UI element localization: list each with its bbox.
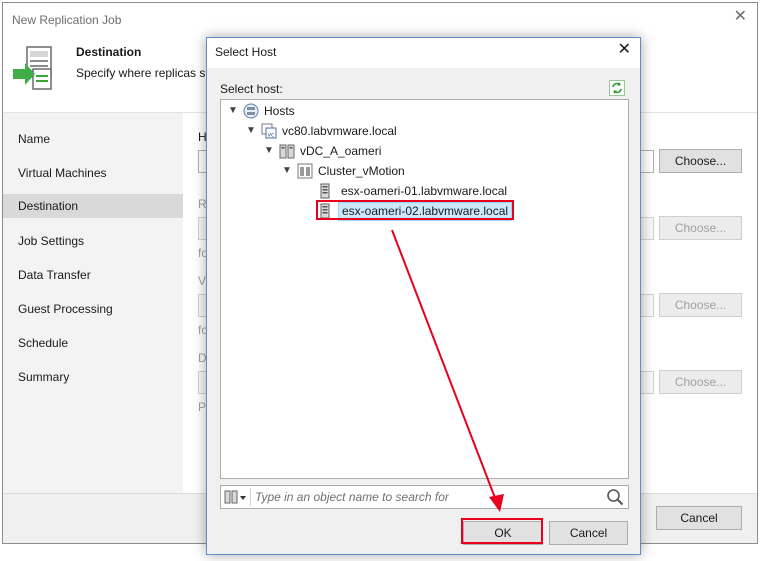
nav-item-job-settings[interactable]: Job Settings xyxy=(3,229,183,253)
window-title: New Replication Job xyxy=(12,13,122,27)
nav-item-data-transfer[interactable]: Data Transfer xyxy=(3,263,183,287)
tree-node-hosts[interactable]: ▼ Hosts xyxy=(221,101,621,121)
nav-item-guest-processing[interactable]: Guest Processing xyxy=(3,297,183,321)
search-icon[interactable] xyxy=(606,488,624,506)
datacenter-icon xyxy=(279,144,295,159)
dialog-title: Select Host xyxy=(215,45,277,59)
ok-button-highlight xyxy=(461,518,543,544)
tree-node-vcenter[interactable]: ▼ vc vc80.labvmware.local xyxy=(221,121,621,141)
chevron-down-icon[interactable]: ▼ xyxy=(227,101,239,121)
chevron-down-icon[interactable]: ▼ xyxy=(245,121,257,141)
dialog-close-icon[interactable]: ✕ xyxy=(618,42,631,58)
wizard-steps-nav: Name Virtual Machines Destination Job Se… xyxy=(3,113,183,493)
step-description: Specify where replicas sh xyxy=(76,66,213,80)
tree-label-vcenter: vc80.labvmware.local xyxy=(282,124,397,138)
chevron-down-icon[interactable]: ▼ xyxy=(263,141,275,161)
tree-label-datacenter: vDC_A_oameri xyxy=(300,144,382,158)
tree-label-hosts: Hosts xyxy=(264,104,295,118)
object-search-input[interactable] xyxy=(250,488,600,506)
dialog-cancel-button[interactable]: Cancel xyxy=(549,521,628,545)
replication-job-icon xyxy=(13,46,52,90)
object-type-filter-icon[interactable] xyxy=(224,489,248,505)
nav-item-name[interactable]: Name xyxy=(3,127,183,151)
step-title: Destination xyxy=(76,45,142,59)
select-host-label: Select host: xyxy=(220,82,283,96)
nav-item-schedule[interactable]: Schedule xyxy=(3,331,183,355)
choose-datastore-button[interactable]: Choose... xyxy=(659,370,742,394)
choose-resource-pool-button[interactable]: Choose... xyxy=(659,216,742,240)
refresh-icon[interactable] xyxy=(609,80,625,96)
tree-node-host-01[interactable]: esx-oameri-01.labvmware.local xyxy=(221,181,621,201)
vcenter-icon: vc xyxy=(261,123,277,139)
nav-item-destination[interactable]: Destination xyxy=(3,194,183,218)
server-icon xyxy=(320,183,330,199)
vm-folder-label: V xyxy=(198,274,207,288)
svg-text:vc: vc xyxy=(268,132,275,139)
wizard-cancel-button[interactable]: Cancel xyxy=(656,506,742,530)
tree-label-cluster: Cluster_vMotion xyxy=(318,164,405,178)
tree-label-host-01: esx-oameri-01.labvmware.local xyxy=(341,184,508,198)
hosts-icon xyxy=(243,103,259,119)
chevron-down-icon[interactable]: ▼ xyxy=(281,161,293,181)
tree-node-cluster[interactable]: ▼ Cluster_vMotion xyxy=(221,161,621,181)
dialog-body: Select host: ▼ Hosts ▼ vc vc80.labvmware… xyxy=(207,68,640,554)
choose-vm-folder-button[interactable]: Choose... xyxy=(659,293,742,317)
object-search-bar xyxy=(220,485,629,509)
tree-node-datacenter[interactable]: ▼ vDC_A_oameri xyxy=(221,141,621,161)
window-close-icon[interactable]: ✕ xyxy=(734,9,747,25)
choose-host-button[interactable]: Choose... xyxy=(659,149,742,173)
nav-item-summary[interactable]: Summary xyxy=(3,365,183,389)
select-host-dialog: Select Host ✕ Select host: ▼ Hosts ▼ vc … xyxy=(206,37,641,555)
nav-item-virtual-machines[interactable]: Virtual Machines xyxy=(3,161,183,185)
cluster-icon xyxy=(297,163,313,179)
host-selection-highlight xyxy=(316,200,514,220)
host-tree[interactable]: ▼ Hosts ▼ vc vc80.labvmware.local ▼ vDC_… xyxy=(220,99,629,479)
